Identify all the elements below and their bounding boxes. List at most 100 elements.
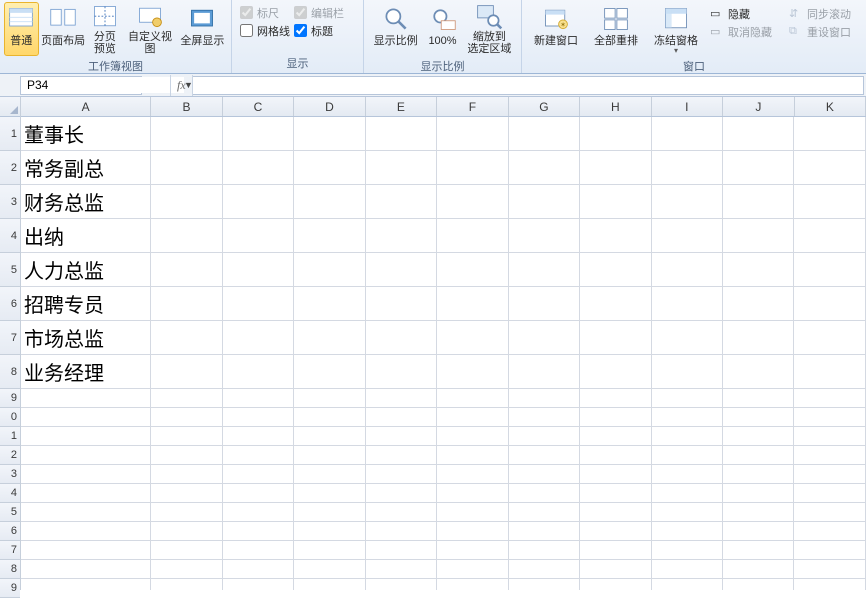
- cell[interactable]: [21, 579, 151, 590]
- cell[interactable]: [294, 185, 365, 219]
- cell[interactable]: [151, 560, 222, 579]
- cell[interactable]: [21, 446, 151, 465]
- cell[interactable]: [366, 287, 437, 321]
- cell[interactable]: [366, 503, 437, 522]
- cell[interactable]: [151, 427, 222, 446]
- cell[interactable]: [437, 579, 508, 590]
- cell[interactable]: [652, 446, 723, 465]
- hide-button[interactable]: ▭隐藏: [710, 5, 772, 22]
- cell[interactable]: [294, 465, 365, 484]
- cell[interactable]: [723, 579, 794, 590]
- cell[interactable]: [223, 287, 294, 321]
- cell[interactable]: [437, 151, 508, 185]
- cell[interactable]: [294, 408, 365, 427]
- cell[interactable]: [223, 151, 294, 185]
- cell[interactable]: [366, 253, 437, 287]
- cell[interactable]: [794, 253, 865, 287]
- cell[interactable]: [723, 321, 794, 355]
- cell[interactable]: [366, 219, 437, 253]
- cell[interactable]: [21, 541, 151, 560]
- cell[interactable]: [509, 408, 580, 427]
- row-header[interactable]: 3: [0, 185, 20, 219]
- name-box-input[interactable]: [25, 77, 184, 93]
- column-header[interactable]: K: [795, 97, 866, 116]
- cell[interactable]: [652, 522, 723, 541]
- row-header[interactable]: 8: [0, 560, 20, 579]
- cell[interactable]: [223, 117, 294, 151]
- cell[interactable]: [21, 427, 151, 446]
- cell[interactable]: [580, 522, 651, 541]
- cell[interactable]: [509, 389, 580, 408]
- cell[interactable]: [509, 355, 580, 389]
- cell[interactable]: [437, 446, 508, 465]
- page-break-preview-button[interactable]: 分页 预览: [88, 2, 123, 56]
- cell[interactable]: [151, 541, 222, 560]
- cell[interactable]: [652, 355, 723, 389]
- cell[interactable]: [223, 427, 294, 446]
- column-header[interactable]: E: [366, 97, 437, 116]
- cell[interactable]: [437, 287, 508, 321]
- cell[interactable]: [580, 541, 651, 560]
- zoom-selection-button[interactable]: 缩放到 选定区域: [462, 2, 517, 56]
- cell[interactable]: [652, 427, 723, 446]
- cell[interactable]: [794, 219, 865, 253]
- cell[interactable]: [223, 579, 294, 590]
- cell[interactable]: [723, 427, 794, 446]
- cell[interactable]: [509, 253, 580, 287]
- cell[interactable]: [794, 579, 865, 590]
- cell[interactable]: [509, 117, 580, 151]
- cell[interactable]: [21, 465, 151, 484]
- cell[interactable]: [652, 503, 723, 522]
- cell[interactable]: [151, 253, 222, 287]
- cell[interactable]: [652, 185, 723, 219]
- cell[interactable]: [151, 151, 222, 185]
- cell[interactable]: [723, 389, 794, 408]
- cell[interactable]: [794, 560, 865, 579]
- headings-checkbox[interactable]: 标题: [294, 22, 344, 39]
- cell[interactable]: [366, 185, 437, 219]
- cell[interactable]: [509, 560, 580, 579]
- row-header[interactable]: 9: [0, 579, 20, 598]
- cell[interactable]: [580, 287, 651, 321]
- cell[interactable]: [794, 522, 865, 541]
- row-header[interactable]: 1: [0, 427, 20, 446]
- cell[interactable]: [580, 389, 651, 408]
- cell[interactable]: 常务副总: [21, 151, 151, 185]
- arrange-all-button[interactable]: 全部重排: [586, 2, 646, 56]
- row-header[interactable]: 8: [0, 355, 20, 389]
- column-header[interactable]: F: [437, 97, 508, 116]
- full-screen-button[interactable]: 全屏显示: [178, 2, 227, 56]
- cell[interactable]: [151, 287, 222, 321]
- column-header[interactable]: I: [652, 97, 723, 116]
- cell[interactable]: [366, 522, 437, 541]
- cell[interactable]: [151, 321, 222, 355]
- row-header[interactable]: 2: [0, 151, 20, 185]
- cell[interactable]: [652, 465, 723, 484]
- row-header[interactable]: 6: [0, 522, 20, 541]
- cell[interactable]: [652, 253, 723, 287]
- cell[interactable]: 市场总监: [21, 321, 151, 355]
- row-header[interactable]: 1: [0, 117, 20, 151]
- cell[interactable]: [580, 579, 651, 590]
- new-window-button[interactable]: ✶ 新建窗口: [526, 2, 586, 56]
- cell[interactable]: [366, 560, 437, 579]
- reset-window-button[interactable]: ⧉重设窗口: [789, 23, 851, 40]
- cell[interactable]: [509, 151, 580, 185]
- cell[interactable]: [652, 151, 723, 185]
- ruler-checkbox[interactable]: 标尺: [240, 4, 290, 21]
- row-header[interactable]: 0: [0, 408, 20, 427]
- cell[interactable]: [366, 408, 437, 427]
- cell[interactable]: [794, 503, 865, 522]
- cell[interactable]: [437, 408, 508, 427]
- cell[interactable]: [509, 484, 580, 503]
- cell[interactable]: [294, 427, 365, 446]
- cell[interactable]: [509, 219, 580, 253]
- row-header[interactable]: 4: [0, 484, 20, 503]
- cell[interactable]: [723, 287, 794, 321]
- cell[interactable]: [723, 253, 794, 287]
- cell[interactable]: [723, 484, 794, 503]
- cell[interactable]: [223, 522, 294, 541]
- cell[interactable]: [437, 522, 508, 541]
- column-header[interactable]: B: [151, 97, 222, 116]
- cell[interactable]: [580, 503, 651, 522]
